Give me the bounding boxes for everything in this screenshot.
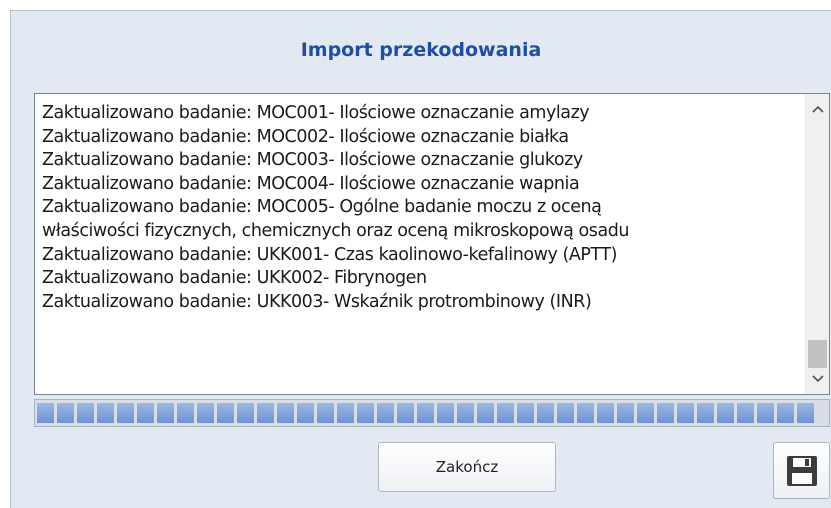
dialog-title: Import przekodowania: [300, 39, 542, 61]
progress-segment: [717, 403, 734, 423]
save-button[interactable]: [773, 442, 830, 499]
progress-segment: [257, 403, 274, 423]
progress-segment: [237, 403, 254, 423]
log-line: właściwości fizycznych, chemicznych oraz…: [42, 220, 630, 241]
log-line: Zaktualizowano badanie: MOC001- Ilościow…: [42, 103, 590, 123]
progress-segment: [157, 403, 174, 423]
progress-segment: [777, 403, 794, 423]
floppy-disk-icon: [786, 455, 817, 486]
log-line: Zaktualizowano badanie: MOC005- Ogólne b…: [42, 197, 602, 218]
log-output-box[interactable]: Zaktualizowano badanie: MOC001- Ilościow…: [34, 93, 830, 395]
progress-segment: [37, 403, 54, 423]
progress-segment: [677, 403, 694, 423]
progress-segment: [497, 403, 514, 423]
progress-segment: [197, 403, 214, 423]
progress-segment: [97, 403, 114, 423]
log-line: Zaktualizowano badanie: MOC002- Ilościow…: [42, 126, 569, 147]
vertical-scrollbar[interactable]: [805, 94, 829, 394]
progress-segment: [757, 403, 774, 423]
progress-segment: [457, 403, 474, 423]
progress-segment: [337, 403, 354, 423]
progress-segment: [277, 403, 294, 423]
progress-segment: [597, 403, 614, 423]
progress-segment: [417, 403, 434, 423]
progress-segment: [657, 403, 674, 423]
import-progress-bar: [34, 399, 830, 427]
log-line: Zaktualizowano badanie: MOC003- Ilościow…: [42, 150, 583, 171]
progress-segment: [697, 403, 714, 423]
progress-segment: [737, 403, 754, 423]
progress-segment: [177, 403, 194, 423]
progress-segment: [437, 403, 454, 423]
log-line: Zaktualizowano badanie: UKK002- Fibrynog…: [42, 268, 427, 289]
import-dialog: Import przekodowania Zaktualizowano bada…: [10, 10, 831, 508]
progress-segment: [477, 403, 494, 423]
progress-segment: [797, 403, 814, 423]
scrollbar-thumb[interactable]: [808, 340, 827, 368]
log-line: Zaktualizowano badanie: MOC004- Ilościow…: [42, 173, 580, 194]
progress-segment: [137, 403, 154, 423]
progress-segment: [77, 403, 94, 423]
progress-segment: [217, 403, 234, 423]
log-line: Zaktualizowano badanie: UKK001- Czas kao…: [42, 244, 618, 265]
scroll-up-arrow-icon[interactable]: [806, 98, 829, 120]
finish-button[interactable]: Zakończ: [378, 442, 556, 492]
finish-button-label: Zakończ: [435, 458, 499, 476]
progress-segment: [377, 403, 394, 423]
scroll-down-arrow-icon[interactable]: [806, 368, 829, 390]
progress-segment: [517, 403, 534, 423]
progress-segment: [537, 403, 554, 423]
progress-segment: [57, 403, 74, 423]
progress-segment: [617, 403, 634, 423]
log-line: Zaktualizowano badanie: UKK003- Wskaźnik…: [42, 291, 592, 312]
progress-segment: [317, 403, 334, 423]
progress-segment: [557, 403, 574, 423]
progress-segment: [397, 403, 414, 423]
progress-segment: [297, 403, 314, 423]
progress-segment: [577, 403, 594, 423]
progress-segment: [117, 403, 134, 423]
progress-segment: [357, 403, 374, 423]
progress-segment: [637, 403, 654, 423]
log-lines: Zaktualizowano badanie: MOC001- Ilościow…: [42, 102, 802, 314]
